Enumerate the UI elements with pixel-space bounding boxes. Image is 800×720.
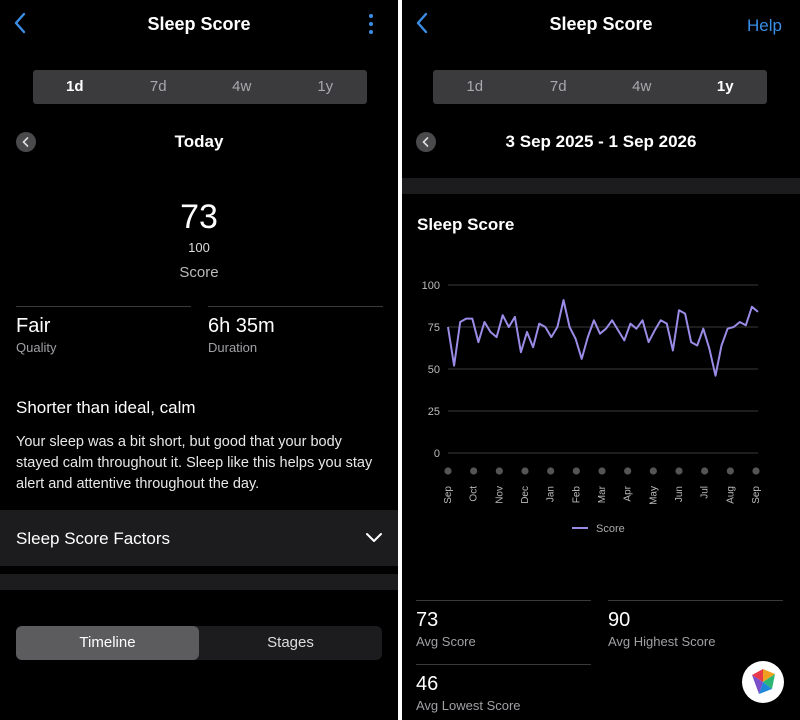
x-tick-label: Jan <box>546 486 557 502</box>
chevron-down-icon <box>366 533 382 542</box>
score-series-line <box>447 299 759 377</box>
x-tick-dot <box>495 467 503 475</box>
divider <box>416 664 591 665</box>
insight-title: Shorter than ideal, calm <box>16 398 196 417</box>
view-tabs: Timeline Stages <box>16 626 382 660</box>
x-tick-label: Jun <box>674 486 685 502</box>
tab-1y[interactable]: 1y <box>684 70 768 104</box>
range-tabs: 1d 7d 4w 1y <box>33 70 367 104</box>
duration-value: 6h 35m <box>208 315 275 337</box>
page-title: Sleep Score <box>147 14 251 34</box>
score-value: 73 <box>180 198 218 236</box>
x-tick-dot <box>444 467 452 475</box>
section-separator <box>402 178 800 194</box>
tab-timeline[interactable]: Timeline <box>16 626 199 660</box>
insight-body: Your sleep was a bit short, but good tha… <box>16 434 373 492</box>
y-tick-label: 50 <box>428 364 440 376</box>
x-tick-dot <box>470 467 478 475</box>
x-tick-label: Jul <box>700 486 711 499</box>
y-tick-label: 100 <box>422 280 440 292</box>
x-tick-dot <box>675 467 683 475</box>
tab-1d[interactable]: 1d <box>33 70 117 104</box>
tab-4w[interactable]: 4w <box>200 70 284 104</box>
chart-title: Sleep Score <box>417 215 515 234</box>
x-tick-label: Aug <box>725 486 736 504</box>
x-tick-dot <box>547 467 555 475</box>
y-tick-label: 0 <box>434 448 440 460</box>
avg-score-caption: Avg Score <box>416 634 476 649</box>
x-tick-dot <box>649 467 657 475</box>
quality-caption: Quality <box>16 340 57 355</box>
y-tick-label: 25 <box>428 406 440 418</box>
app-logo-icon <box>742 661 784 703</box>
more-options-icon[interactable] <box>366 14 376 36</box>
score-max: 100 <box>188 240 210 255</box>
x-tick-dot <box>701 467 709 475</box>
sleep-score-factors-row[interactable]: Sleep Score Factors <box>0 510 398 566</box>
avg-highest-caption: Avg Highest Score <box>608 634 716 649</box>
avg-score-value: 73 <box>416 609 439 631</box>
range-tabs: 1d 7d 4w 1y <box>433 70 767 104</box>
y-tick-label: 75 <box>428 322 440 334</box>
x-tick-label: Sep <box>751 486 762 504</box>
avg-lowest-caption: Avg Lowest Score <box>416 698 521 713</box>
period-label: 3 Sep 2025 - 1 Sep 2026 <box>505 132 697 151</box>
duration-caption: Duration <box>208 340 258 355</box>
score-label: Score <box>179 264 219 281</box>
sleep-score-chart: 0 25 50 75 100 Sep Oct Nov Dec Jan Feb Mar Apr May Jun… <box>422 280 762 535</box>
tab-1y[interactable]: 1y <box>284 70 368 104</box>
divider <box>208 306 383 307</box>
x-tick-label: Mar <box>597 485 608 503</box>
avg-lowest-value: 46 <box>416 673 439 695</box>
tab-stages[interactable]: Stages <box>199 626 382 660</box>
section-separator <box>0 574 398 590</box>
x-tick-label: Oct <box>469 486 480 502</box>
x-tick-dot <box>726 467 734 475</box>
tab-1d[interactable]: 1d <box>433 70 517 104</box>
logo-mark <box>752 669 775 694</box>
tab-4w[interactable]: 4w <box>600 70 684 104</box>
x-tick-dot <box>752 467 760 475</box>
x-tick-label: Sep <box>443 486 454 504</box>
divider <box>608 600 783 601</box>
x-tick-label: Apr <box>623 485 634 501</box>
tab-7d[interactable]: 7d <box>117 70 201 104</box>
page-title: Sleep Score <box>549 14 653 34</box>
help-link[interactable]: Help <box>747 16 782 36</box>
x-tick-label: Dec <box>520 486 531 504</box>
legend-label: Score <box>596 523 625 535</box>
quality-value: Fair <box>16 315 51 337</box>
right-screen: Sleep Score Help 1d 7d 4w 1y 3 Sep 2025 … <box>402 0 800 720</box>
tab-7d[interactable]: 7d <box>517 70 601 104</box>
sleep-score-factors-label: Sleep Score Factors <box>16 529 171 548</box>
x-tick-label: May <box>648 486 659 505</box>
avg-highest-value: 90 <box>608 609 631 631</box>
x-tick-dot <box>521 467 529 475</box>
period-label: Today <box>174 132 224 151</box>
x-tick-label: Feb <box>571 486 582 504</box>
x-tick-dot <box>572 467 580 475</box>
x-tick-dot <box>598 467 606 475</box>
divider <box>416 600 591 601</box>
x-tick-label: Nov <box>494 486 505 504</box>
left-screen: Sleep Score 1d 7d 4w 1y Today 73 100 Sco… <box>0 0 398 720</box>
divider <box>16 306 191 307</box>
x-tick-dot <box>624 467 632 475</box>
